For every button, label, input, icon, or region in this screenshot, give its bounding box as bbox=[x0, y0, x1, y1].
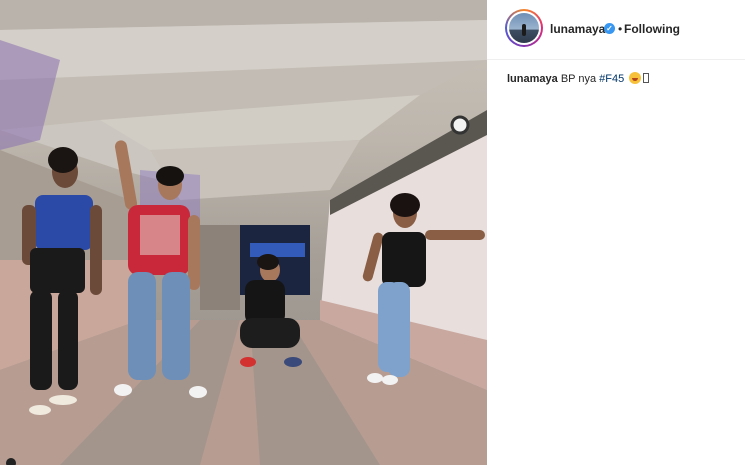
post-sidebar: lunamaya ✓ • Following lunamaya BP nya #… bbox=[487, 0, 745, 465]
caption-hashtag[interactable]: #F45 bbox=[599, 73, 624, 85]
photo-corner-dot bbox=[6, 458, 16, 465]
post-photo[interactable] bbox=[0, 0, 487, 465]
avatar-figure bbox=[522, 24, 526, 36]
story-ring[interactable] bbox=[505, 9, 543, 47]
author-username[interactable]: lunamaya bbox=[550, 22, 605, 36]
avatar-frame bbox=[507, 11, 541, 45]
following-button[interactable]: Following bbox=[624, 22, 680, 36]
tongue-out-face-icon bbox=[629, 72, 642, 84]
caption-text: BP nya bbox=[560, 73, 597, 85]
caption-username[interactable]: lunamaya bbox=[507, 73, 558, 85]
avatar[interactable] bbox=[509, 13, 539, 43]
photo-scene bbox=[0, 0, 487, 465]
post-caption: lunamaya BP nya #F45 bbox=[507, 72, 650, 85]
header-separator: • bbox=[618, 22, 623, 36]
verified-badge-icon: ✓ bbox=[604, 23, 615, 34]
missing-glyph-icon bbox=[643, 73, 650, 83]
post-header: lunamaya ✓ • Following bbox=[487, 0, 745, 60]
